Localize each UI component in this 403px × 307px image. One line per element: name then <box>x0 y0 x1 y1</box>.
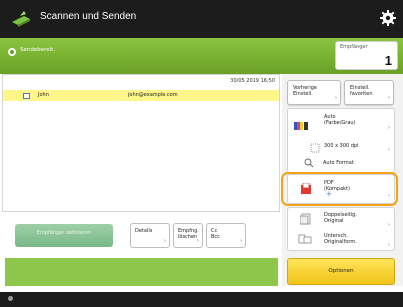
chevron-right-icon: › <box>388 125 390 131</box>
define-recipient-button[interactable]: Empfänger definieren <box>15 224 113 247</box>
delete-recipient-button[interactable]: Empfng. löschen › <box>173 223 203 248</box>
scanner-arrow-icon <box>12 11 30 27</box>
favorite-settings-button[interactable]: Einstell. favoriten › <box>344 80 394 105</box>
chevron-right-icon: › <box>164 238 166 244</box>
resolution-label[interactable]: 300 x 300 dpi <box>324 143 359 149</box>
list-item[interactable]: John john@example.com <box>3 90 279 101</box>
cc-bcc-label: Cc Bcc <box>211 228 220 240</box>
status-icon <box>8 48 16 56</box>
details-button[interactable]: Details › <box>130 223 170 248</box>
chevron-right-icon: › <box>335 95 337 101</box>
details-label: Details <box>135 228 153 234</box>
footer-indicator-icon <box>8 296 13 301</box>
chevron-right-icon: › <box>240 238 242 244</box>
chevron-right-icon: › <box>388 147 390 153</box>
status-text: Sendebereit. <box>20 47 56 53</box>
selection-highlight <box>281 172 398 206</box>
app-title: Scannen und Senden <box>40 11 137 22</box>
previous-settings-label: Vorherige Einstell. <box>293 85 317 97</box>
cc-bcc-button[interactable]: Cc Bcc › <box>206 223 246 248</box>
mixed-originals-label[interactable]: Untersch. Originalform. <box>324 233 358 245</box>
chevron-right-icon: › <box>388 242 390 248</box>
accent-strip <box>5 258 278 286</box>
color-mode-icon <box>294 122 308 130</box>
scan-size-icon <box>304 158 314 168</box>
scan-size-label: Auto Format <box>323 160 354 166</box>
chevron-right-icon: › <box>388 95 390 101</box>
date-time: 30/05 2019 16:50 <box>230 78 275 84</box>
footer-bar <box>0 292 403 307</box>
chevron-right-icon: › <box>197 238 199 244</box>
previous-settings-button[interactable]: Vorherige Einstell. › <box>287 80 341 105</box>
mixed-originals-icon <box>298 234 312 244</box>
recipient-counter: Empfänger 1 <box>335 41 398 70</box>
recipient-list: 30/05 2019 16:50 John john@example.com <box>2 74 280 212</box>
recipient-name: John <box>38 92 49 98</box>
resolution-icon <box>310 143 320 153</box>
chevron-right-icon: › <box>388 222 390 228</box>
scan-size-item[interactable]: Auto Format <box>287 156 395 171</box>
gear-icon[interactable] <box>379 9 397 27</box>
duplex-original-icon <box>300 213 311 225</box>
original-settings-group: Doppelseitig. Original › Untersch. Origi… <box>287 207 395 251</box>
favorite-settings-label: Einstell. favoriten <box>350 85 373 97</box>
recipient-count: 1 <box>384 53 392 68</box>
recipient-email: john@example.com <box>128 92 178 98</box>
duplex-original-label[interactable]: Doppelseitig. Original <box>324 212 358 224</box>
recipient-count-label: Empfänger <box>340 44 368 50</box>
color-mode-label[interactable]: Auto (Farbe/Grau) <box>324 114 356 126</box>
contact-card-icon <box>23 93 30 99</box>
title-bar: Scannen und Senden <box>0 0 403 38</box>
options-button[interactable]: Optionen <box>287 258 395 285</box>
